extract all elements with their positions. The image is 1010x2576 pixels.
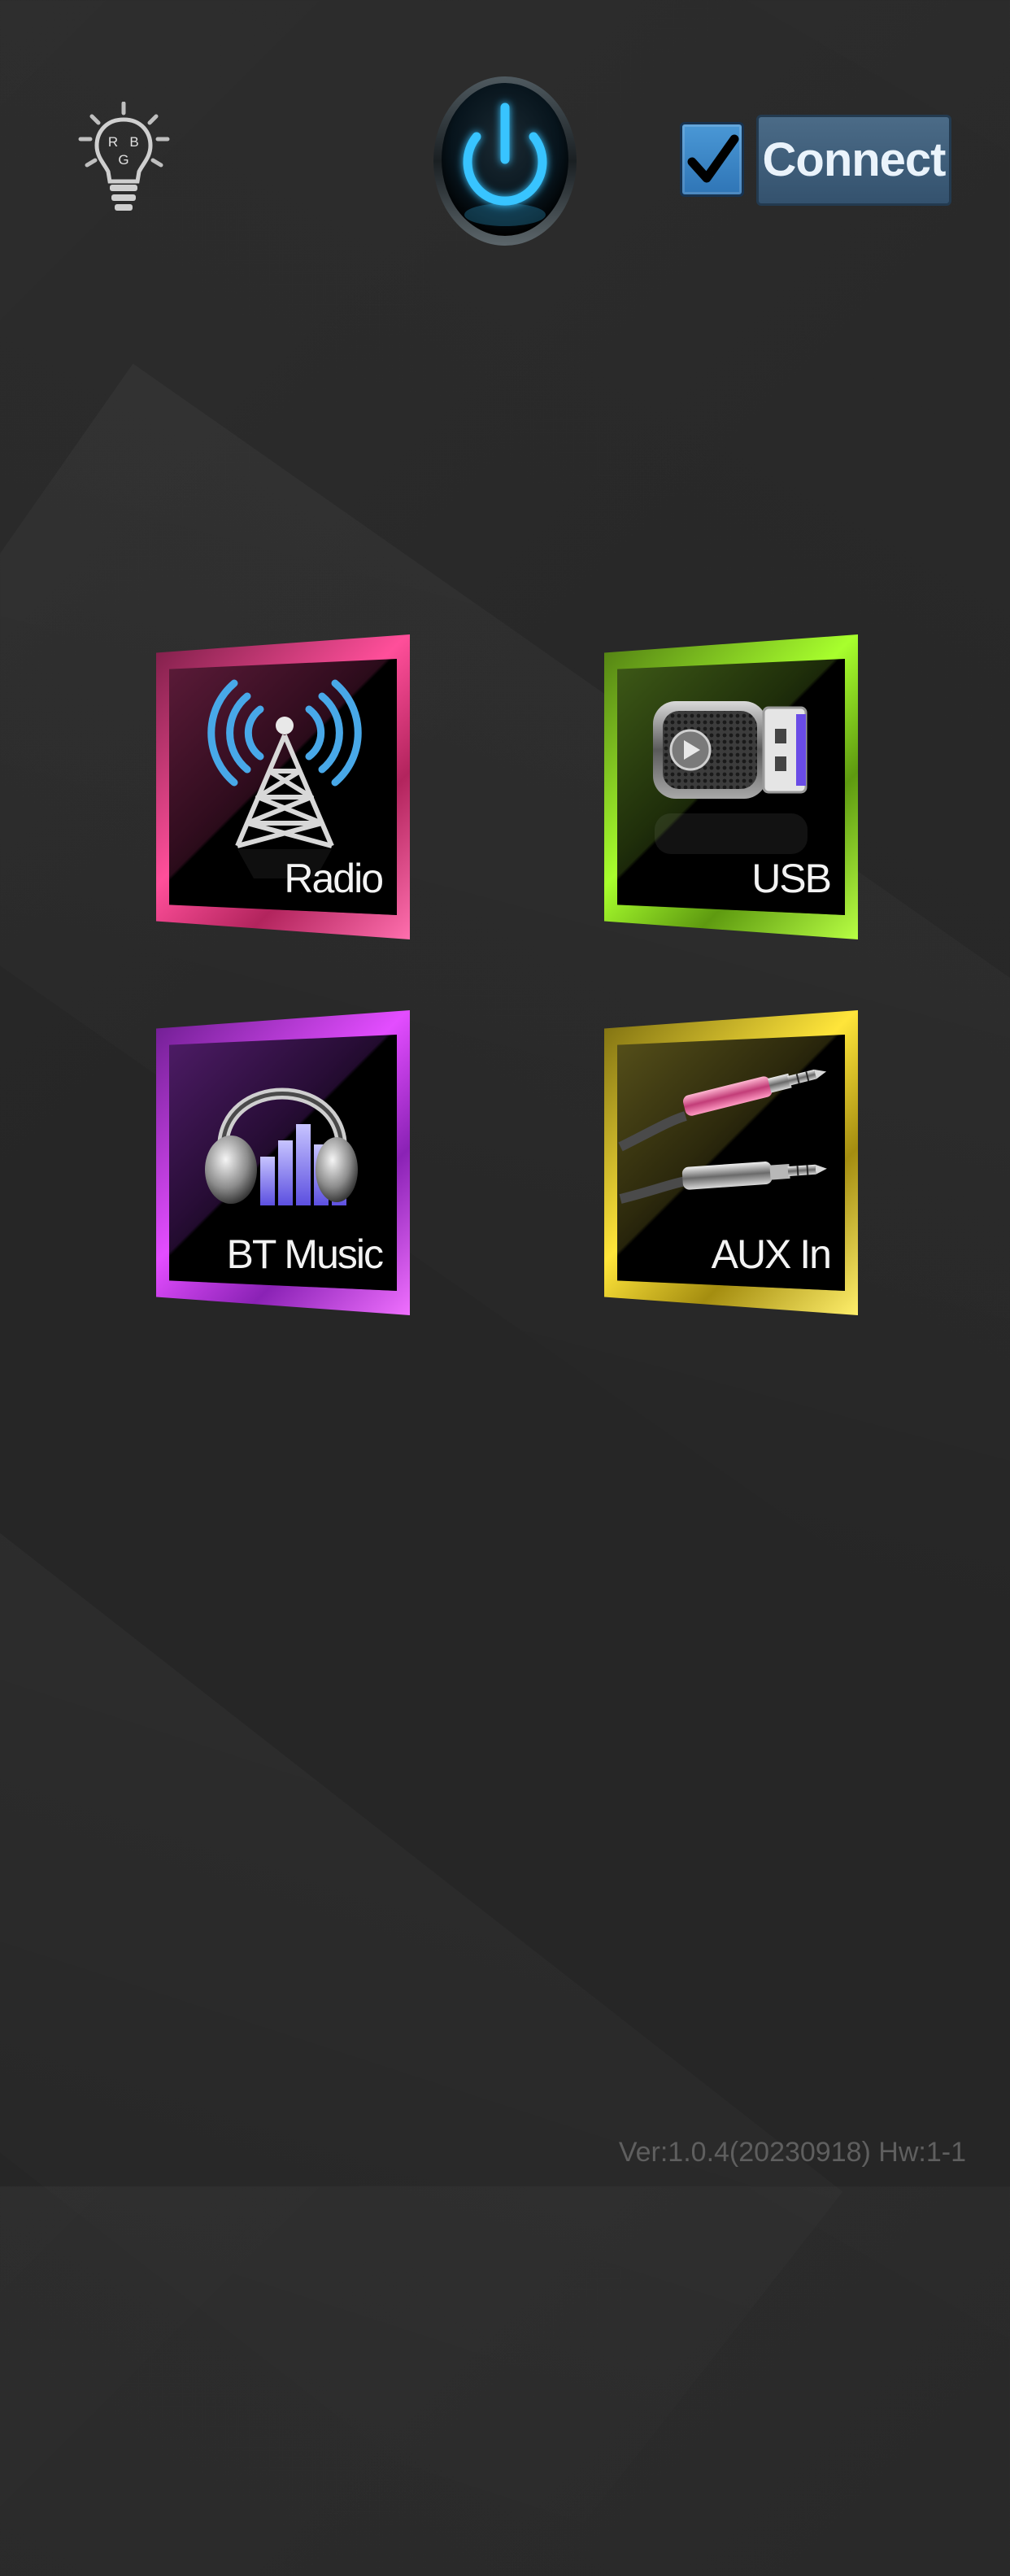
connect-checkbox[interactable] xyxy=(680,122,744,197)
rgb-letter-g: G xyxy=(118,152,128,168)
version-info: Ver:1.0.4(20230918) Hw:1-1 xyxy=(618,2137,966,2168)
mode-tile-bt-music[interactable]: BT Music xyxy=(156,1010,410,1315)
mode-label-aux-in: AUX In xyxy=(711,1231,832,1277)
connect-group: Connect xyxy=(680,115,951,206)
background-streak xyxy=(0,1490,843,2576)
rgb-letter-b: B xyxy=(129,134,138,150)
mode-tile-radio[interactable]: Radio xyxy=(156,634,410,939)
mode-label-usb: USB xyxy=(751,856,832,901)
checkmark-icon xyxy=(687,134,739,183)
power-icon xyxy=(433,76,577,246)
power-button[interactable] xyxy=(433,70,577,247)
mode-tile-usb[interactable]: USB xyxy=(604,634,858,939)
mode-tile-aux-in[interactable]: AUX In xyxy=(604,1010,858,1315)
rgb-light-button[interactable]: R B G xyxy=(77,101,171,220)
background-streak xyxy=(0,364,1010,1670)
rgb-light-bulb-icon: R B G xyxy=(78,101,170,211)
mode-label-bt-music: BT Music xyxy=(226,1231,384,1277)
mode-label-radio: Radio xyxy=(284,856,384,901)
rgb-letter-r: R xyxy=(108,134,118,150)
connect-button[interactable]: Connect xyxy=(756,115,951,206)
